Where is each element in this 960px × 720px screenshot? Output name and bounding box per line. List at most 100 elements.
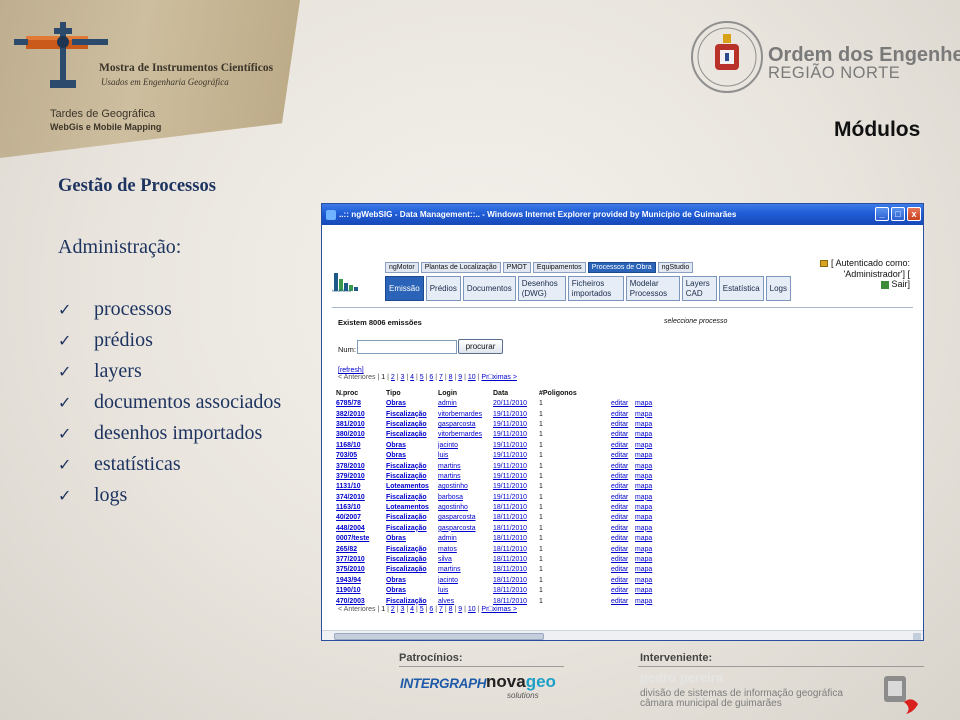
login-link[interactable]: matos [438,544,493,554]
date-link[interactable]: 18/11/2010 [493,524,539,534]
table-row[interactable]: 380/2010 Fiscalização vitorbernardes 19/11/… [336,430,659,440]
logout-icon[interactable] [880,280,889,289]
col-poligonos[interactable]: #Poligonos [539,388,611,399]
tab-ngmotor[interactable]: ngMotor [385,262,419,273]
num-search-input[interactable] [357,340,457,354]
page-link[interactable]: 8 [449,374,453,381]
map-link[interactable]: mapa [635,503,659,513]
table-row[interactable]: 0007/teste Obras admin 18/11/2010 1 editar map… [336,534,659,544]
table-row[interactable]: 703/05 Obras luis 19/11/2010 1 editar mapa [336,451,659,461]
process-number-link[interactable]: 379/2010 [336,472,386,482]
date-link[interactable]: 19/11/2010 [493,493,539,503]
process-type-link[interactable]: Fiscalização [386,524,438,534]
login-link[interactable]: jacinto [438,576,493,586]
horizontal-scrollbar[interactable] [322,630,923,640]
process-type-link[interactable]: Fiscalização [386,472,438,482]
edit-link[interactable]: editar [611,461,635,471]
map-link[interactable]: mapa [635,420,659,430]
table-row[interactable]: 1943/94 Obras jacinto 18/11/2010 1 editar mapa [336,576,659,586]
map-link[interactable]: mapa [635,451,659,461]
edit-link[interactable]: editar [611,524,635,534]
process-type-link[interactable]: Obras [386,399,438,409]
page-link[interactable]: 4 [410,374,414,381]
menu-ficheiros[interactable]: Ficheiros importados [567,276,624,301]
page-link[interactable]: 7 [439,374,443,381]
tab-pmot[interactable]: PMOT [502,262,531,273]
page-link[interactable]: 2 [391,606,395,613]
page-link[interactable]: 5 [420,374,424,381]
col-tipo[interactable]: Tipo [386,388,438,399]
process-number-link[interactable]: 265/82 [336,544,386,554]
date-link[interactable]: 19/11/2010 [493,441,539,451]
process-type-link[interactable]: Obras [386,576,438,586]
date-link[interactable]: 19/11/2010 [493,482,539,492]
process-number-link[interactable]: 6785/78 [336,399,386,409]
page-link[interactable]: 6 [429,606,433,613]
date-link[interactable]: 19/11/2010 [493,461,539,471]
map-link[interactable]: mapa [635,399,659,409]
table-row[interactable]: 40/2007 Fiscalização gasparcosta 18/11/2010… [336,513,659,523]
next-link[interactable]: Pr□ximas > [481,606,517,613]
page-link[interactable]: 4 [410,606,414,613]
refresh-link[interactable]: [refresh] [338,367,364,374]
date-link[interactable]: 18/11/2010 [493,565,539,575]
edit-link[interactable]: editar [611,544,635,554]
tab-ngstudio[interactable]: ngStudio [657,262,694,273]
date-link[interactable]: 19/11/2010 [493,409,539,419]
page-link[interactable]: 3 [401,606,405,613]
map-link[interactable]: mapa [635,472,659,482]
menu-emissao[interactable]: Emissão [385,276,424,301]
process-number-link[interactable]: 380/2010 [336,430,386,440]
date-link[interactable]: 19/11/2010 [493,430,539,440]
tab-plantas-localizacao[interactable]: Plantas de Localização [420,262,501,273]
menu-documentos[interactable]: Documentos [462,276,516,301]
process-number-link[interactable]: 1168/10 [336,441,386,451]
page-link[interactable]: 2 [391,374,395,381]
prev-link[interactable]: < Anteriores [338,606,376,613]
map-link[interactable]: mapa [635,565,659,575]
process-number-link[interactable]: 378/2010 [336,461,386,471]
table-row[interactable]: 1163/10 Loteamentos agostinho 18/11/2010 1 ed… [336,503,659,513]
edit-link[interactable]: editar [611,441,635,451]
edit-link[interactable]: editar [611,596,635,606]
scrollbar-thumb[interactable] [334,633,544,640]
table-row[interactable]: 6785/78 Obras admin 20/11/2010 1 editar mapa [336,399,659,409]
menu-desenhos[interactable]: Desenhos (DWG) [517,276,566,301]
edit-link[interactable]: editar [611,399,635,409]
map-link[interactable]: mapa [635,544,659,554]
col-login[interactable]: Login [438,388,493,399]
process-number-link[interactable]: 374/2010 [336,493,386,503]
table-row[interactable]: 1131/10 Loteamentos agostinho 19/11/2010 1 ed… [336,482,659,492]
table-row[interactable]: 265/82 Fiscalização matos 18/11/2010 1 editar… [336,544,659,554]
login-link[interactable]: vitorbernardes [438,430,493,440]
page-link[interactable]: 6 [429,374,433,381]
process-number-link[interactable]: 1190/10 [336,586,386,596]
process-number-link[interactable]: 377/2010 [336,555,386,565]
login-link[interactable]: martins [438,461,493,471]
map-link[interactable]: mapa [635,555,659,565]
table-row[interactable]: 379/2010 Fiscalização martins 19/11/2010 1 ed… [336,472,659,482]
maximize-button[interactable]: □ [891,207,905,221]
edit-link[interactable]: editar [611,565,635,575]
page-link[interactable]: 9 [458,606,462,613]
map-link[interactable]: mapa [635,534,659,544]
edit-link[interactable]: editar [611,576,635,586]
next-link[interactable]: Pr□ximas > [481,374,517,381]
process-type-link[interactable]: Fiscalização [386,420,438,430]
edit-link[interactable]: editar [611,451,635,461]
page-link[interactable]: 8 [449,606,453,613]
login-link[interactable]: jacinto [438,441,493,451]
close-button[interactable]: x [907,207,921,221]
page-link[interactable]: 10 [468,606,476,613]
page-link[interactable]: 10 [468,374,476,381]
edit-link[interactable]: editar [611,534,635,544]
process-number-link[interactable]: 375/2010 [336,565,386,575]
login-link[interactable]: admin [438,534,493,544]
menu-estatistica[interactable]: Estatística [718,276,764,301]
map-link[interactable]: mapa [635,576,659,586]
login-link[interactable]: gasparcosta [438,524,493,534]
process-type-link[interactable]: Obras [386,441,438,451]
edit-link[interactable]: editar [611,493,635,503]
date-link[interactable]: 18/11/2010 [493,576,539,586]
process-number-link[interactable]: 382/2010 [336,409,386,419]
